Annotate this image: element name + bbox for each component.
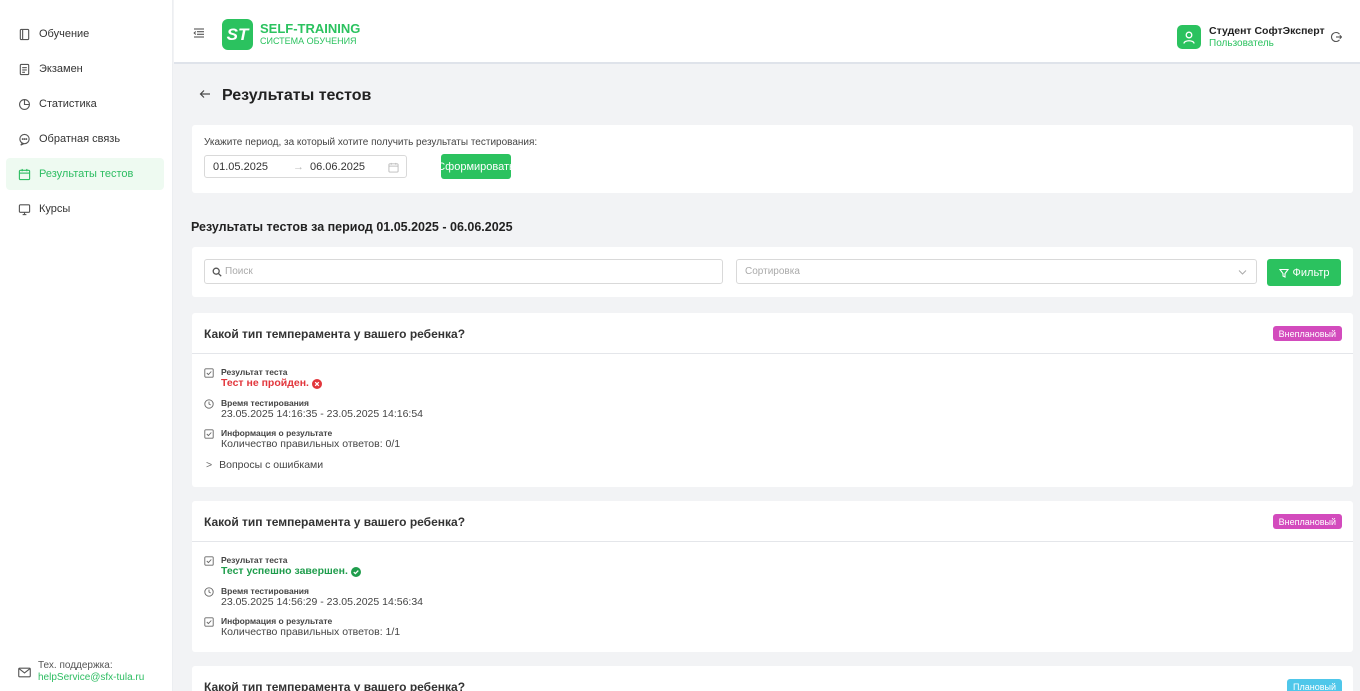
errors-label: Вопросы с ошибками — [219, 459, 324, 471]
correct-answers: Количество правильных ответов: 1/1 — [221, 626, 401, 638]
sidebar-item-learning[interactable]: Обучение — [6, 18, 164, 50]
screen-icon — [18, 203, 31, 215]
search-input[interactable]: Поиск — [204, 259, 723, 284]
filter-bar: Поиск Сортировка Фильтр — [192, 247, 1353, 297]
result-label: Результат теста — [221, 367, 288, 377]
top-header: ST SELF-TRAINING СИСТЕМА ОБУЧЕНИЯ Студен… — [174, 0, 1360, 64]
filter-button[interactable]: Фильтр — [1267, 259, 1341, 286]
checkbox-icon — [204, 368, 214, 378]
clock-icon — [204, 587, 214, 597]
filter-icon — [1278, 268, 1289, 278]
result-status-text: Тест не пройден. — [221, 377, 309, 389]
generate-button[interactable]: Сформировать — [437, 154, 515, 179]
correct-answers: Количество правильных ответов: 0/1 — [221, 438, 401, 450]
calendar-icon — [388, 162, 399, 173]
user-role: Пользователь — [1209, 38, 1274, 49]
brand-subtitle: СИСТЕМА ОБУЧЕНИЯ — [260, 36, 357, 46]
status-badge: Внеплановый — [1272, 514, 1342, 529]
search-icon — [212, 267, 222, 277]
checkbox-icon — [204, 556, 214, 566]
status-badge: Внеплановый — [1272, 326, 1342, 341]
result-card: Какой тип темперамента у вашего ребенка?… — [192, 666, 1353, 691]
info-row: Информация о результате Количество прави… — [204, 428, 400, 451]
sidebar-item-test-results[interactable]: Результаты тестов — [6, 158, 164, 190]
checkbox-icon — [204, 617, 214, 627]
error-circle-icon — [311, 379, 322, 389]
result-status-text: Тест успешно завершен. — [221, 565, 348, 577]
pie-chart-icon — [19, 98, 30, 110]
period-card: Укажите период, за который хотите получи… — [192, 125, 1353, 193]
time-label: Время тестирования — [221, 398, 309, 408]
results-title: Результаты тестов за период 01.05.2025 -… — [191, 220, 513, 234]
app-logo: ST — [222, 19, 253, 50]
date-to-input[interactable]: 06.06.2025 — [310, 161, 365, 173]
result-status: Тест не пройден. — [221, 377, 329, 390]
check-circle-icon — [350, 567, 361, 577]
support-label: Тех. поддержка: — [38, 660, 113, 671]
test-question: Какой тип темперамента у вашего ребенка? — [204, 515, 466, 529]
test-question: Какой тип темперамента у вашего ребенка? — [204, 680, 466, 691]
sidebar-item-label: Обратная связь — [39, 133, 121, 145]
sidebar-item-exam[interactable]: Экзамен — [6, 53, 164, 85]
back-arrow-icon[interactable] — [199, 88, 211, 100]
period-hint: Укажите период, за который хотите получи… — [204, 137, 538, 148]
result-status: Тест успешно завершен. — [221, 565, 368, 578]
book-icon — [19, 28, 30, 40]
date-from-input[interactable]: 01.05.2025 — [213, 161, 268, 173]
result-row: Результат теста Тест успешно завершен. — [204, 555, 368, 578]
user-info[interactable]: Студент СофтЭксперт Пользователь — [1209, 25, 1325, 50]
errors-expander[interactable]: > Вопросы с ошибками — [206, 459, 323, 471]
time-value: 23.05.2025 14:16:35 - 23.05.2025 14:16:5… — [221, 408, 424, 420]
time-row: Время тестирования 23.05.2025 14:16:35 -… — [204, 398, 423, 421]
sidebar-item-label: Курсы — [39, 203, 71, 215]
time-value: 23.05.2025 14:56:29 - 23.05.2025 14:56:3… — [221, 596, 424, 608]
avatar[interactable] — [1177, 25, 1201, 49]
arrow-right-icon: → — [293, 161, 304, 173]
brand-title: SELF-TRAINING — [260, 21, 361, 36]
status-badge: Плановый — [1287, 679, 1342, 691]
calendar-icon — [18, 168, 31, 180]
support-email-link[interactable]: helpService@sfx-tula.ru — [38, 672, 144, 684]
info-label: Информация о результате — [221, 616, 333, 626]
sidebar: Обучение Экзамен Статистика Обратная свя… — [0, 0, 173, 691]
sidebar-item-courses[interactable]: Курсы — [6, 193, 164, 225]
page-title: Результаты тестов — [222, 87, 372, 104]
menu-toggle-icon[interactable] — [193, 27, 205, 39]
sidebar-item-label: Статистика — [39, 98, 97, 110]
test-question: Какой тип темперамента у вашего ребенка? — [204, 327, 466, 341]
sort-placeholder: Сортировка — [745, 266, 800, 277]
support-info: Тех. поддержка: helpService@sfx-tula.ru — [18, 660, 144, 684]
date-range-picker[interactable]: 01.05.2025 → 06.06.2025 — [204, 155, 407, 178]
sidebar-item-label: Экзамен — [39, 63, 83, 75]
checkbox-icon — [204, 429, 214, 439]
clock-icon — [204, 399, 214, 409]
chevron-down-icon — [1238, 270, 1247, 275]
result-row: Результат теста Тест не пройден. — [204, 367, 329, 390]
chat-icon — [19, 133, 30, 146]
time-row: Время тестирования 23.05.2025 14:56:29 -… — [204, 586, 423, 609]
filter-label: Фильтр — [1292, 266, 1330, 279]
result-card: Какой тип темперамента у вашего ребенка?… — [192, 313, 1353, 487]
sort-select[interactable]: Сортировка — [736, 259, 1257, 284]
search-placeholder: Поиск — [225, 266, 253, 277]
user-name: Студент СофтЭксперт — [1209, 25, 1325, 37]
sidebar-item-label: Результаты тестов — [39, 168, 134, 180]
sidebar-item-label: Обучение — [39, 28, 90, 40]
sidebar-item-statistics[interactable]: Статистика — [6, 88, 164, 120]
sidebar-item-feedback[interactable]: Обратная связь — [6, 123, 164, 155]
logout-icon[interactable] — [1330, 31, 1342, 43]
brand: SELF-TRAINING СИСТЕМА ОБУЧЕНИЯ — [260, 22, 360, 47]
result-card: Какой тип темперамента у вашего ребенка?… — [192, 501, 1353, 652]
exam-icon — [19, 63, 30, 75]
result-label: Результат теста — [221, 555, 288, 565]
info-label: Информация о результате — [221, 428, 333, 438]
chevron-right-icon: > — [206, 459, 213, 471]
user-icon — [1183, 31, 1195, 44]
time-label: Время тестирования — [221, 586, 309, 596]
info-row: Информация о результате Количество прави… — [204, 616, 400, 639]
mail-icon — [18, 667, 31, 678]
